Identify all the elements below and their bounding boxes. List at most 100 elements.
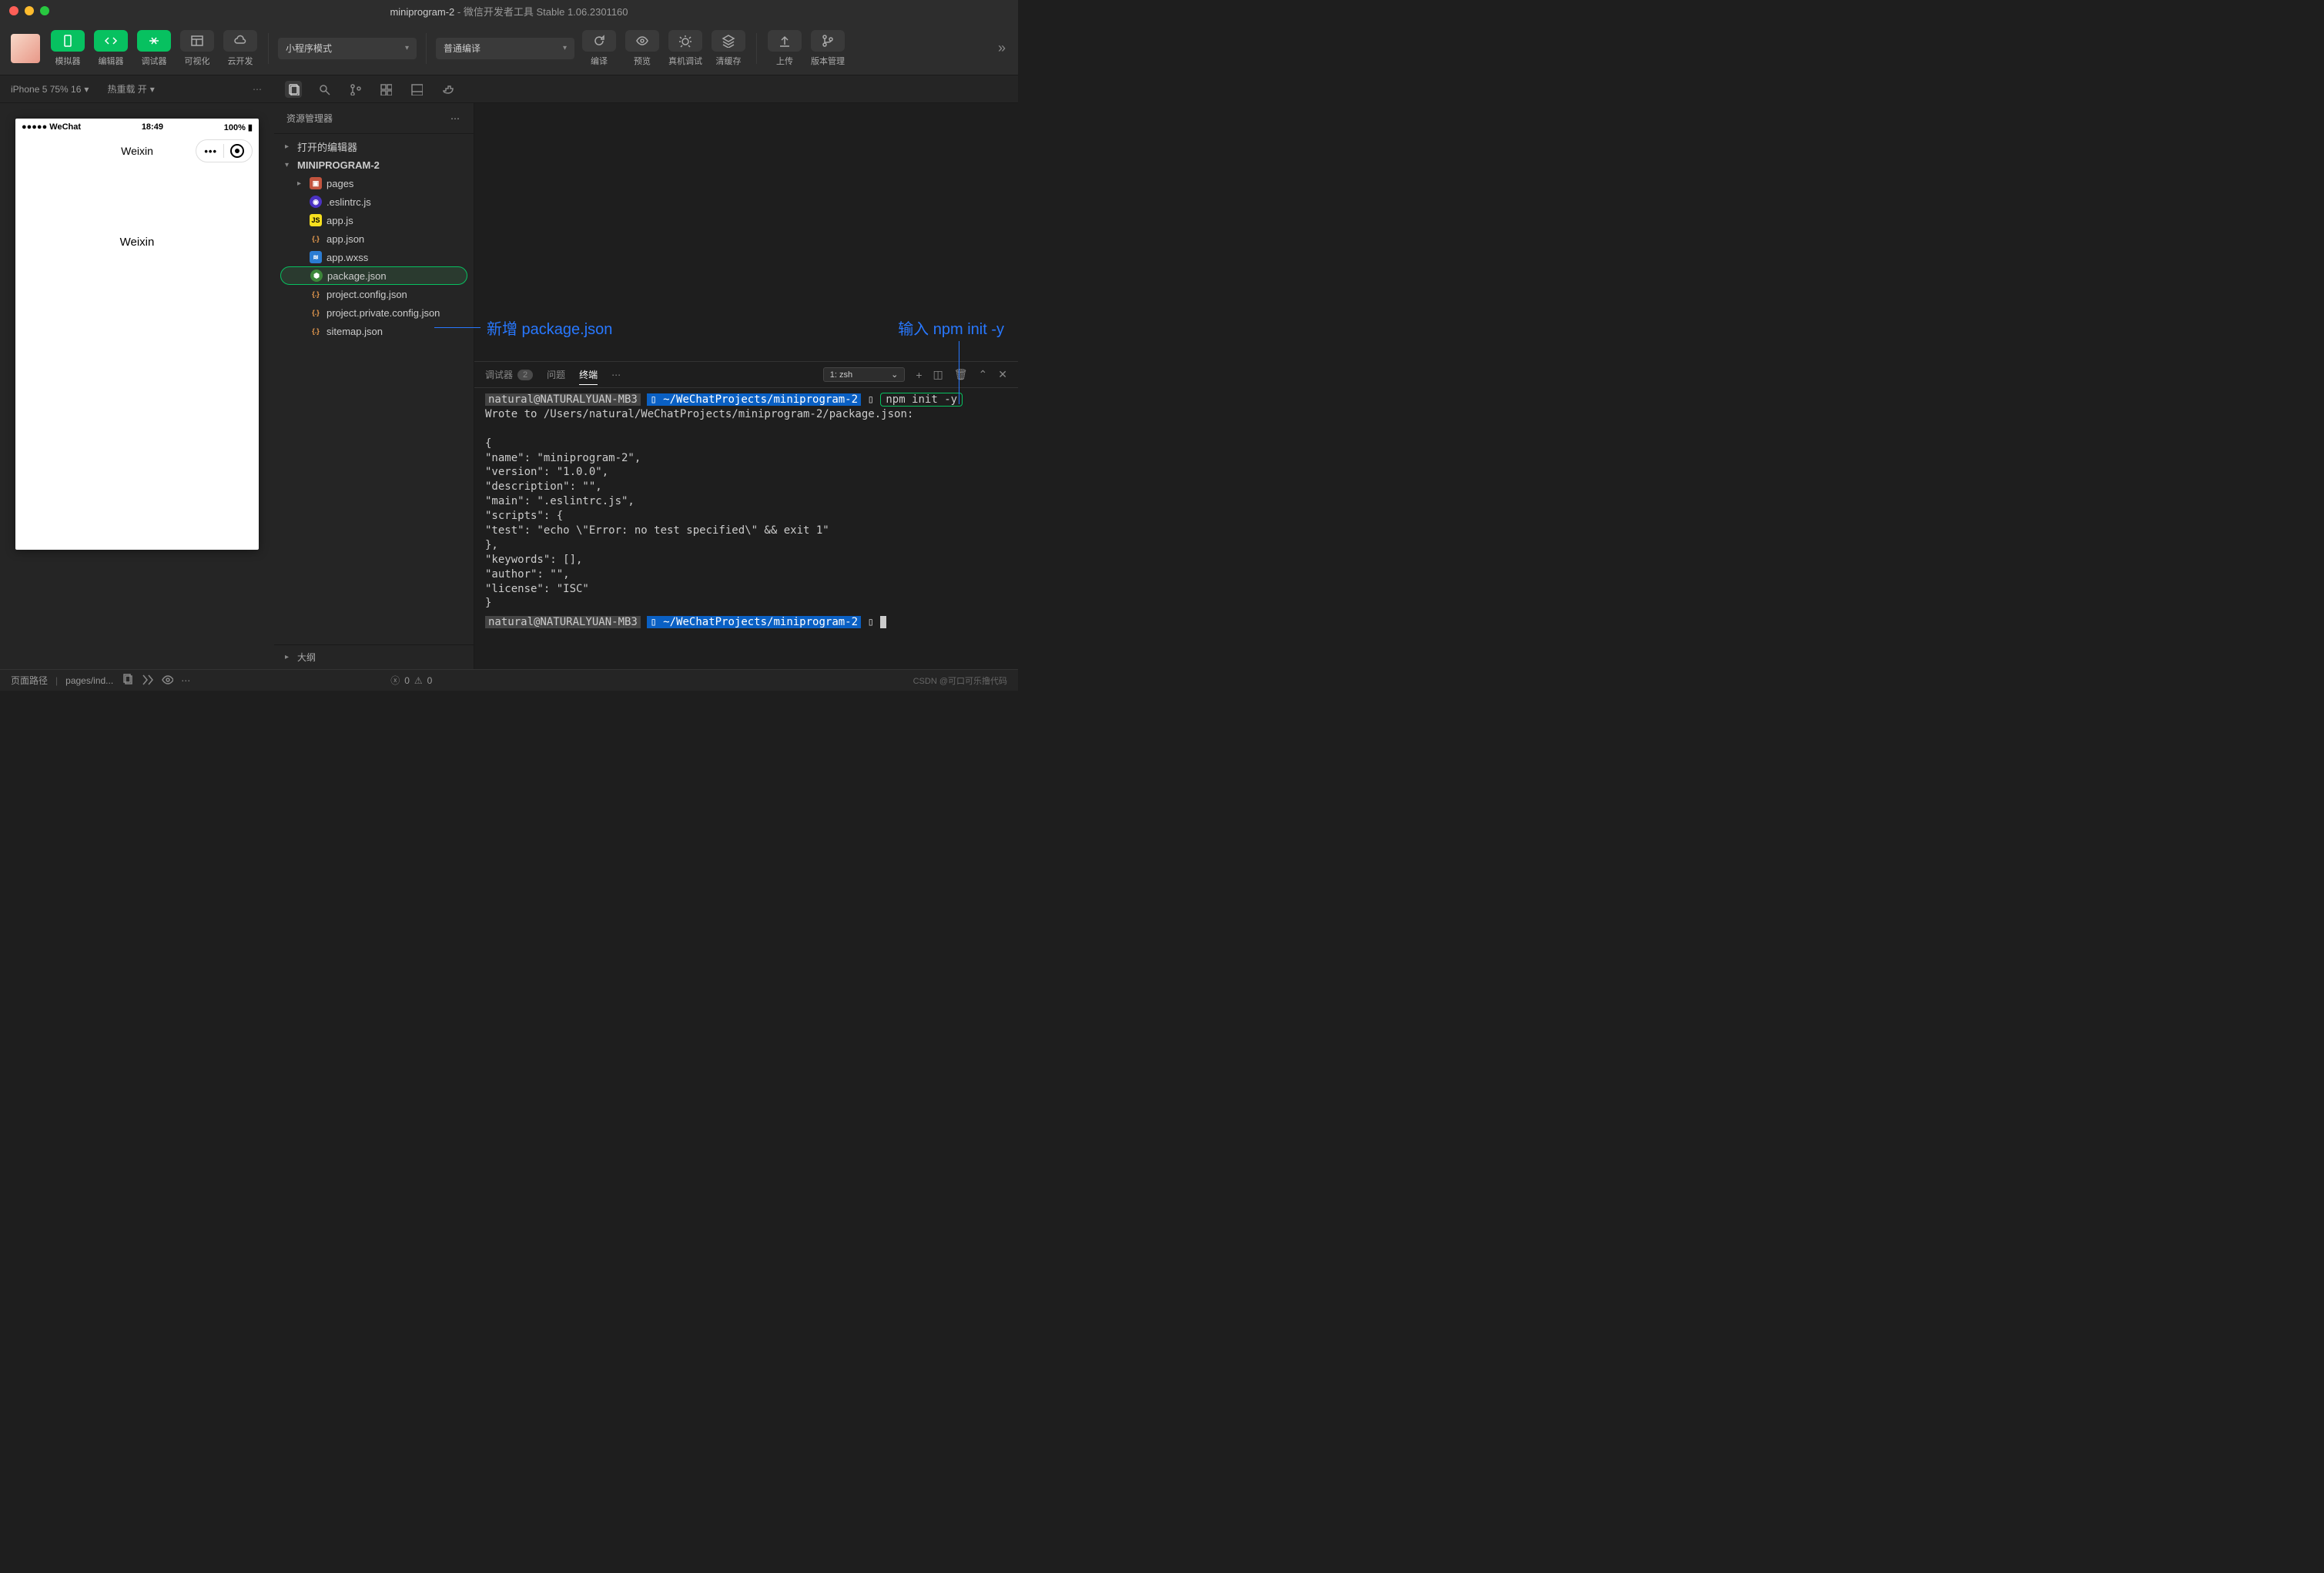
- sub-toolbar: iPhone 5 75% 16 ▾ 热重载 开 ▾ ⋯: [0, 75, 1018, 103]
- panel-toggle-icon[interactable]: [408, 81, 425, 98]
- simulator-more-icon[interactable]: ⋯: [253, 84, 263, 95]
- project-root[interactable]: ▾ MINIPROGRAM-2: [274, 156, 474, 174]
- chevron-down-icon: ▾: [405, 44, 409, 52]
- explorer-more-icon[interactable]: ⋯: [450, 113, 461, 124]
- warning-icon[interactable]: ⚠: [414, 675, 423, 686]
- kill-terminal-icon[interactable]: 🗑: [954, 368, 968, 381]
- cloud-label: 云开发: [228, 55, 253, 67]
- source-control-icon[interactable]: [347, 81, 363, 98]
- file-tree-item--eslintrc-js[interactable]: ◉.eslintrc.js: [274, 192, 474, 211]
- folder-icon: ▣: [310, 177, 322, 189]
- annotation-new-file: 新增 package.json: [434, 316, 612, 339]
- file-type-icon: JS: [310, 214, 322, 226]
- file-name: app.wxss: [326, 252, 368, 263]
- chevron-down-icon: ▾: [84, 84, 89, 95]
- file-tree: ▸ 打开的编辑器 ▾ MINIPROGRAM-2 ▸▣pages◉.eslint…: [274, 134, 474, 644]
- search-view-icon[interactable]: [316, 81, 333, 98]
- file-name: app.json: [326, 233, 364, 245]
- file-type-icon: {.}: [310, 233, 322, 245]
- simulator-pane: ●●●●● WeChat 18:49 100% ▮ Weixin ••• Wei…: [0, 103, 274, 669]
- mode-select[interactable]: 小程序模式 ▾: [278, 38, 417, 59]
- clear-cache-label: 清缓存: [716, 55, 742, 67]
- simulator-toggle[interactable]: 模拟器: [49, 30, 86, 67]
- remote-debug-button[interactable]: 真机调试: [667, 30, 704, 67]
- eye-icon[interactable]: [161, 673, 173, 688]
- phone-status-bar: ●●●●● WeChat 18:49 100% ▮: [15, 119, 259, 136]
- upload-button[interactable]: 上传: [766, 30, 803, 67]
- file-tree-item-app-json[interactable]: {.} app.json: [274, 229, 474, 248]
- upload-icon: [778, 34, 792, 48]
- visualize-toggle[interactable]: 可视化: [179, 30, 216, 67]
- code-icon: [104, 34, 118, 48]
- layers-icon: [722, 34, 735, 48]
- tab-problems[interactable]: 问题: [547, 368, 565, 381]
- extensions-icon[interactable]: [377, 81, 394, 98]
- eye-icon: [635, 34, 649, 48]
- explorer-view-icon[interactable]: [285, 81, 302, 98]
- terminal-body[interactable]: natural@NATURALYUAN-MB3 ▯ ~/WeChatProjec…: [474, 388, 1018, 669]
- close-panel-icon[interactable]: ✕: [998, 368, 1007, 381]
- file-tree-item-app-wxss[interactable]: ≋app.wxss: [274, 248, 474, 266]
- file-type-icon: {.}: [310, 325, 322, 337]
- file-tree-item-pages[interactable]: ▸▣pages: [274, 174, 474, 192]
- version-manage-label: 版本管理: [811, 55, 845, 67]
- phone-page-body: Weixin: [15, 166, 259, 550]
- open-editors-label: 打开的编辑器: [297, 139, 357, 154]
- file-type-icon: ⬢: [310, 269, 323, 282]
- editor-empty-area: 新增 package.json 输入 npm init -y: [474, 103, 1018, 361]
- clear-cache-button[interactable]: 清缓存: [710, 30, 747, 67]
- annotation-npm-init: 输入 npm init -y: [898, 316, 1004, 339]
- watermark: CSDN @可口可乐撸代码: [913, 674, 1007, 687]
- status-more-icon[interactable]: ⋯: [181, 675, 190, 686]
- tab-debugger[interactable]: 调试器 2: [485, 368, 533, 381]
- split-terminal-icon[interactable]: ◫: [933, 368, 943, 381]
- version-manage-button[interactable]: 版本管理: [809, 30, 846, 67]
- compile-mode-select[interactable]: 普通编译 ▾: [436, 38, 574, 59]
- scene-icon[interactable]: [141, 673, 153, 688]
- open-editors-section[interactable]: ▸ 打开的编辑器: [274, 137, 474, 156]
- user-avatar[interactable]: [11, 34, 40, 63]
- terminal-output-line: Wrote to /Users/natural/WeChatProjects/m…: [485, 407, 1007, 422]
- cloud-dev-button[interactable]: 云开发: [222, 30, 259, 67]
- copy-icon[interactable]: [121, 673, 133, 688]
- toolbar-more-icon[interactable]: »: [998, 40, 1007, 56]
- hot-reload-toggle[interactable]: 热重载 开 ▾: [107, 82, 154, 95]
- file-tree-item-project-config-json[interactable]: {.}project.config.json: [274, 285, 474, 303]
- error-icon[interactable]: ⓧ: [390, 674, 400, 687]
- phone-nav-title: Weixin: [15, 145, 259, 157]
- mode-select-value: 小程序模式: [286, 42, 332, 55]
- chevron-down-icon: ▾: [150, 84, 155, 95]
- status-bar: 页面路径 | pages/ind... ⋯ ⓧ 0 ⚠ 0 CSDN @可口可乐…: [0, 669, 1018, 691]
- page-path-value[interactable]: pages/ind...: [65, 675, 113, 686]
- outline-section[interactable]: ▸ 大纲: [274, 644, 474, 669]
- terminal-output-line: "author": "",: [485, 567, 1007, 582]
- simulator-label: 模拟器: [55, 55, 81, 67]
- chevron-down-icon: ⌄: [891, 370, 898, 380]
- editor-toggle[interactable]: 编辑器: [92, 30, 129, 67]
- editor-view-controls: [274, 81, 1018, 98]
- phone-icon: [61, 34, 75, 48]
- docker-icon[interactable]: [439, 81, 456, 98]
- preview-button[interactable]: 预览: [624, 30, 661, 67]
- file-name: package.json: [327, 270, 387, 282]
- tab-more-icon[interactable]: ⋯: [611, 370, 621, 380]
- device-select[interactable]: iPhone 5 75% 16 ▾: [11, 84, 89, 95]
- file-tree-item-app-js[interactable]: JS app.js: [274, 211, 474, 229]
- branch-icon: [821, 34, 835, 48]
- tab-terminal[interactable]: 终端: [579, 368, 598, 385]
- file-type-icon: {.}: [310, 306, 322, 319]
- compile-button[interactable]: 编译: [581, 30, 618, 67]
- terminal-command: npm init -y: [880, 393, 963, 407]
- file-name: app.js: [326, 215, 353, 226]
- chevron-down-icon: ▾: [285, 161, 293, 169]
- new-terminal-icon[interactable]: +: [916, 369, 922, 381]
- terminal-output-line: },: [485, 538, 1007, 553]
- debug-icon: [147, 34, 161, 48]
- file-tree-item-package-json[interactable]: ⬢ package.json: [280, 266, 467, 285]
- separator: [756, 33, 757, 64]
- chevron-right-icon: ▸: [285, 653, 293, 661]
- maximize-panel-icon[interactable]: ⌃: [979, 368, 988, 381]
- debugger-toggle[interactable]: 调试器: [136, 30, 172, 67]
- terminal-shell-select[interactable]: 1: zsh ⌄: [823, 367, 906, 382]
- layout-icon: [190, 34, 204, 48]
